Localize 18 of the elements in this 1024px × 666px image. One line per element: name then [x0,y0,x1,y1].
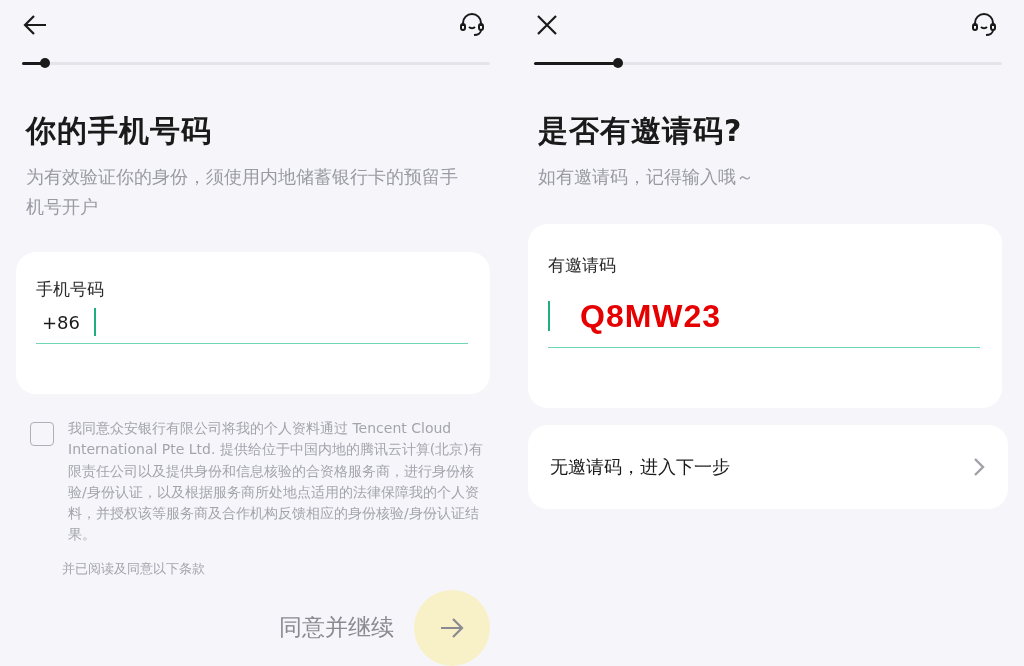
input-field[interactable]: Q8MW23 [548,285,980,348]
subtitle: 如有邀请码，记得输入哦～ [538,165,755,189]
checkbox[interactable] [30,422,54,446]
subtitle: 为有效验证你的身份，须使用内地储蓄银行卡的预留手机号开户 [26,165,459,219]
field-value: Q8MW23 [580,297,722,335]
field-label: 手机号码 [36,278,105,301]
country-code[interactable]: +86 [42,311,80,333]
chevron-icon [972,456,986,478]
close-icon [535,13,559,37]
headset-icon[interactable] [458,11,486,39]
terms-note: 并已阅读及同意以下条款 [62,559,206,578]
page-title: 你的手机号码 [26,112,213,150]
skip-option[interactable]: 无邀请码，进入下一步 [528,425,1008,509]
consent-text: 我同意众安银行有限公司将我的个人资料通过 Tencent Cloud International Pte Ltd. 提供给位于中国内地的腾讯云计算(北京)有限责任公司以及提供身份和信息核验的合资格服务商，进行身份核验/身份认证，以及根据服务商所处地点适用的法律保障我的个人资料，并授权该等服务商及合作机构反馈相应的身份核验/身份认证结果。 [68,419,484,545]
continue-label: 同意并继续 [279,613,394,643]
field-label: 有邀请码 [548,254,617,277]
page-title: 是否有邀请码? [538,112,744,150]
headset-icon[interactable] [970,11,998,39]
